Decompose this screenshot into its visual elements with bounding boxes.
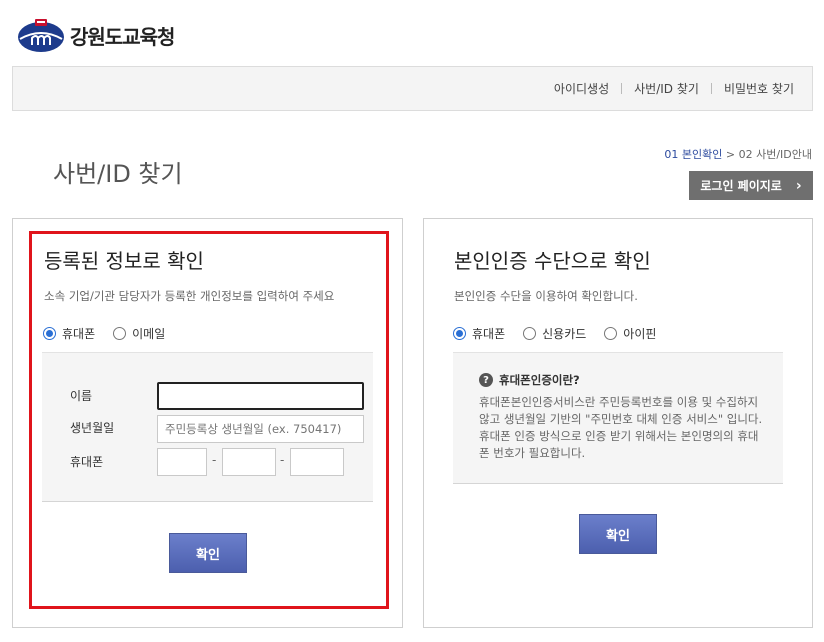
registered-info-desc: 소속 기업/기관 담당자가 등록한 개인정보를 입력하여 주세요 [44, 289, 335, 303]
phone-input-3[interactable] [290, 448, 344, 476]
registered-info-form: 이름 생년월일 휴대폰 - - [42, 352, 373, 502]
phone-dash: - [212, 453, 217, 467]
nav-find-password[interactable]: 비밀번호 찾기 [724, 80, 794, 97]
phone-dash: - [280, 453, 285, 467]
nav-divider [710, 83, 712, 94]
radio-unchecked-icon [523, 327, 537, 340]
chevron-right-icon: › [795, 177, 802, 194]
radio-phone[interactable]: 휴대폰 [43, 325, 95, 342]
nav-find-id[interactable]: 사번/ID 찾기 [634, 80, 699, 97]
logo[interactable]: 강원도교육청 [16, 15, 175, 55]
education-office-emblem-icon [16, 15, 66, 55]
identity-verification-title: 본인인증 수단으로 확인 [454, 249, 651, 273]
radio-credit-card[interactable]: 신용카드 [523, 325, 586, 342]
logo-text: 강원도교육청 [70, 24, 175, 49]
radio-checked-icon [453, 327, 466, 340]
radio-unchecked-icon [604, 327, 618, 340]
step-indicator: 01 본인확인 > 02 사번/ID안내 [664, 146, 812, 162]
phone-input-1[interactable] [157, 448, 207, 476]
go-to-login-button[interactable]: 로그인 페이지로 › [689, 171, 813, 200]
radio-phone-label: 휴대폰 [62, 327, 96, 341]
nav-create-id[interactable]: 아이디생성 [554, 80, 609, 97]
phone-label: 휴대폰 [70, 455, 104, 469]
verification-method-radio-group: 휴대폰 신용카드 아이핀 [453, 325, 674, 342]
name-input[interactable] [157, 382, 364, 410]
registered-info-title: 등록된 정보로 확인 [44, 249, 204, 273]
top-nav: 아이디생성 사번/ID 찾기 비밀번호 찾기 [554, 80, 794, 97]
radio-unchecked-icon [113, 327, 127, 340]
radio-email[interactable]: 이메일 [113, 325, 165, 342]
birthdate-input[interactable] [157, 415, 364, 443]
step-separator: > [725, 148, 736, 161]
radio-mobile[interactable]: 휴대폰 [453, 325, 505, 342]
info-title-text: 휴대폰인증이란? [499, 373, 580, 387]
name-label: 이름 [70, 389, 93, 403]
phone-verification-info-box: ? 휴대폰인증이란? 휴대폰본인인증서비스란 주민등록번호를 이용 및 수집하지… [453, 352, 783, 484]
radio-credit-card-label: 신용카드 [542, 327, 587, 341]
contact-method-radio-group: 휴대폰 이메일 [43, 325, 183, 342]
radio-mobile-label: 휴대폰 [472, 327, 506, 341]
page-title: 사번/ID 찾기 [53, 160, 183, 188]
identity-verification-confirm-button[interactable]: 확인 [579, 514, 657, 554]
step-current: 01 본인확인 [664, 148, 723, 161]
radio-ipin[interactable]: 아이핀 [604, 325, 656, 342]
step-next: 02 사번/ID안내 [738, 148, 812, 161]
identity-verification-desc: 본인인증 수단을 이용하여 확인합니다. [454, 289, 638, 303]
info-title: ? 휴대폰인증이란? [479, 372, 580, 388]
question-icon: ? [479, 373, 493, 387]
nav-divider [621, 83, 623, 94]
radio-email-label: 이메일 [132, 327, 166, 341]
phone-input-2[interactable] [222, 448, 276, 476]
radio-ipin-label: 아이핀 [623, 327, 657, 341]
top-nav-bar: 아이디생성 사번/ID 찾기 비밀번호 찾기 [12, 66, 813, 111]
birthdate-label: 생년월일 [70, 421, 115, 435]
registered-info-confirm-button[interactable]: 확인 [169, 533, 247, 573]
info-text: 휴대폰본인인증서비스란 주민등록번호를 이용 및 수집하지 않고 생년월일 기반… [479, 395, 763, 460]
go-to-login-label: 로그인 페이지로 [700, 179, 782, 193]
radio-checked-icon [43, 327, 56, 340]
